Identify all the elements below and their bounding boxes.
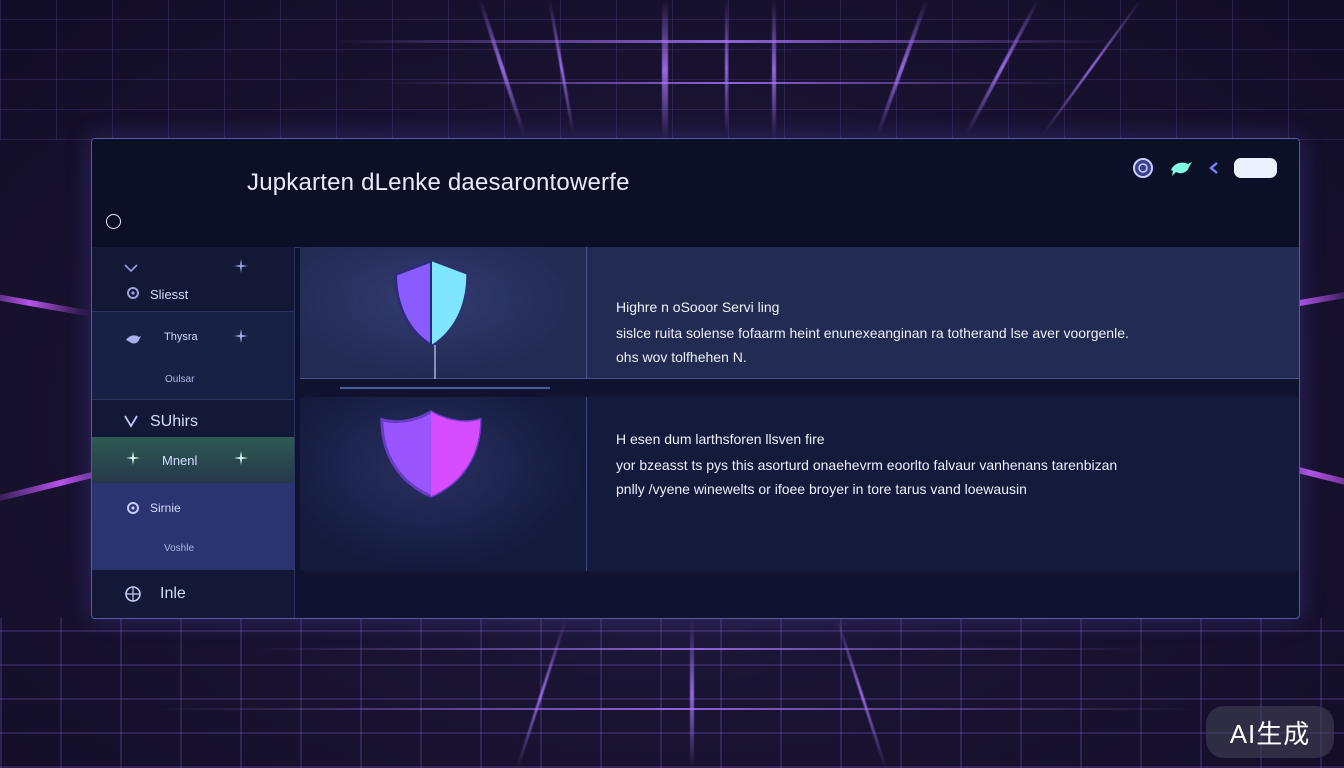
sidebar-item-label: Sliesst xyxy=(150,287,189,302)
content-card: Highre n oSooor Servi ling sislce ruita … xyxy=(300,247,1299,379)
light-beam xyxy=(150,708,1200,710)
light-beam xyxy=(662,0,668,140)
light-beam xyxy=(725,0,728,135)
ai-generated-watermark: AI生成 xyxy=(1206,706,1334,758)
bird-icon xyxy=(126,335,141,344)
sidebar-item-suhirs[interactable]: SUhirs xyxy=(92,399,294,437)
radio-button[interactable] xyxy=(106,214,121,229)
sidebar-item-label: Sirnie xyxy=(150,501,181,515)
card-heading: H esen dum larthsforen llsven fire xyxy=(616,431,825,447)
bird-icon[interactable] xyxy=(1168,157,1194,179)
card-text-line: sislce ruita solense fofaarm heint enune… xyxy=(616,325,1129,341)
shield-pane xyxy=(300,247,587,379)
card-text-line: pnlly /vyene winewelts or ifoee broyer i… xyxy=(616,481,1027,497)
sidebar-item-sublabel: Voshle xyxy=(164,543,195,554)
shield-pane xyxy=(300,387,587,571)
card-text-line: yor bzeasst ts pys this asorturd onaehev… xyxy=(616,457,1118,473)
gear-icon xyxy=(127,502,139,514)
card-heading: Highre n oSooor Servi ling xyxy=(616,299,780,315)
sidebar-item-label: Thysra xyxy=(164,331,198,343)
light-beam xyxy=(772,0,776,140)
sidebar-item-inle[interactable]: Inle xyxy=(92,569,294,618)
app-window: Jupkarten dLenke daesarontowerfe Sliesst xyxy=(91,138,1300,619)
sidebar-item-label: SUhirs xyxy=(150,413,199,430)
sidebar-item-sublabel: Oulsar xyxy=(165,374,195,385)
gear-icon xyxy=(127,287,139,299)
content-card: H esen dum larthsforen llsven fire yor b… xyxy=(300,387,1299,571)
background-grid-floor xyxy=(0,618,1344,768)
sidebar: Sliesst Thysra Oulsar SUhirs Mnenl Sirni… xyxy=(92,247,295,618)
card-text-line: ohs wov tolfhehen N. xyxy=(616,349,747,365)
connector-line xyxy=(434,345,436,379)
light-beam xyxy=(250,648,1150,650)
background-grid-top xyxy=(0,0,1344,140)
sidebar-item-label: Mnenl xyxy=(162,453,198,468)
sparkle-icon xyxy=(234,329,248,343)
title-bar: Jupkarten dLenke daesarontowerfe xyxy=(92,139,1299,248)
divider xyxy=(340,387,550,389)
globe-icon xyxy=(125,586,141,602)
app-title: Jupkarten dLenke daesarontowerfe xyxy=(247,169,630,196)
light-beam xyxy=(690,620,694,768)
chevron-icon xyxy=(124,264,138,273)
chevron-icon xyxy=(124,415,138,428)
light-beam xyxy=(330,40,1120,43)
sidebar-item-sliesst[interactable]: Sliesst xyxy=(92,247,294,311)
sidebar-item-mnenl[interactable]: Mnenl xyxy=(92,437,294,483)
neon-streak xyxy=(0,289,90,317)
sparkle-icon xyxy=(126,451,140,465)
window-control-button[interactable] xyxy=(1234,158,1277,178)
sidebar-item-sirnie[interactable]: Sirnie Voshle xyxy=(92,483,294,569)
shield-icon xyxy=(394,259,468,347)
title-bar-actions xyxy=(1132,157,1277,179)
sidebar-item-thysra[interactable]: Thysra Oulsar xyxy=(92,311,294,399)
sidebar-item-label: Inle xyxy=(160,585,186,602)
sparkle-icon xyxy=(234,259,248,273)
globe-icon[interactable] xyxy=(1132,157,1154,179)
shield-icon xyxy=(380,410,482,498)
sparkle-icon xyxy=(234,451,248,465)
chevron-left-icon[interactable] xyxy=(1208,157,1220,179)
light-beam xyxy=(380,82,1080,84)
